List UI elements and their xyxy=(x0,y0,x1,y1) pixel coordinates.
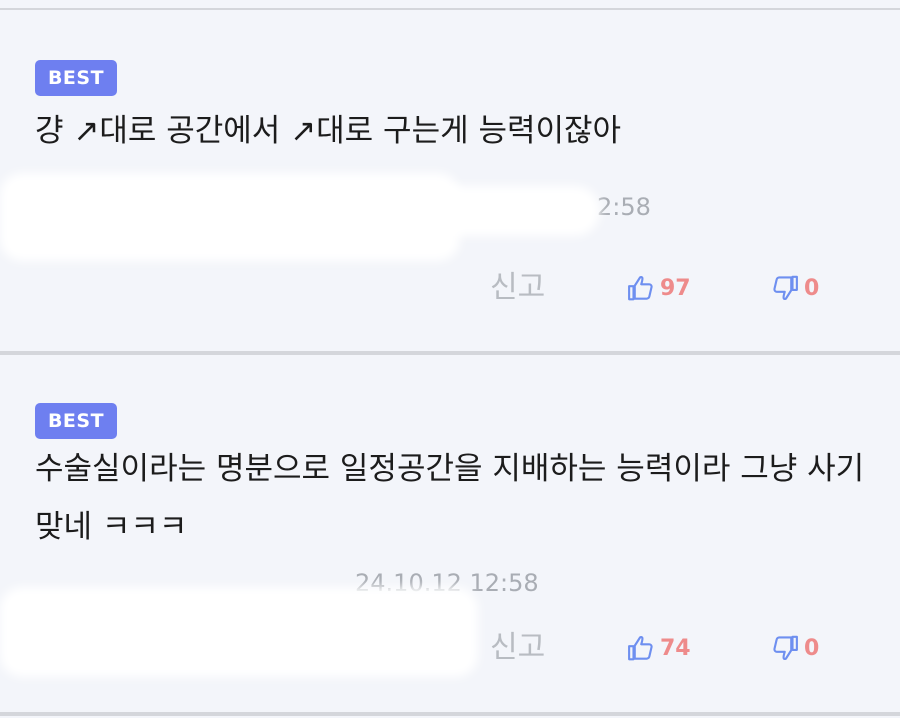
dislike-button[interactable]: 0 xyxy=(770,628,819,668)
dislike-count: 0 xyxy=(804,275,820,301)
dislike-button[interactable]: 0 xyxy=(770,268,819,308)
thumbs-down-icon xyxy=(773,275,798,301)
like-count: 74 xyxy=(660,635,691,661)
thumbs-up-icon xyxy=(628,275,653,301)
report-button[interactable]: 신고 xyxy=(490,628,545,668)
report-button[interactable]: 신고 xyxy=(490,268,545,308)
thumbs-down-icon xyxy=(773,635,798,661)
comment-actions: 신고 74 0 xyxy=(0,628,900,668)
best-comment: BEST 걍 ↗대로 공간에서 ↗대로 구는게 능력이잖아 2:58 신고 97… xyxy=(0,10,900,351)
comment-page: BEST 걍 ↗대로 공간에서 ↗대로 구는게 능력이잖아 2:58 신고 97… xyxy=(0,0,900,718)
comment-text: 수술실이라는 명분으로 일정공간을 지배하는 능력이라 그냥 사기 맞네 ㅋㅋㅋ xyxy=(35,451,865,545)
like-count: 97 xyxy=(660,275,691,301)
divider xyxy=(0,712,900,716)
best-badge: BEST xyxy=(35,403,117,439)
best-comment: BEST 수술실이라는 명분으로 일정공간을 지배하는 능력이라 그냥 사기 맞… xyxy=(0,355,900,712)
comment-actions: 신고 97 0 xyxy=(0,268,900,308)
best-badge: BEST xyxy=(35,60,117,96)
dislike-count: 0 xyxy=(804,635,820,661)
comment-text: 걍 ↗대로 공간에서 ↗대로 구는게 능력이잖아 xyxy=(35,113,622,149)
redacted-author-area xyxy=(300,186,600,236)
like-button[interactable]: 97 xyxy=(626,268,691,308)
thumbs-up-icon xyxy=(628,635,653,661)
comment-timestamp: 2:58 xyxy=(597,193,651,221)
like-button[interactable]: 74 xyxy=(626,628,691,668)
